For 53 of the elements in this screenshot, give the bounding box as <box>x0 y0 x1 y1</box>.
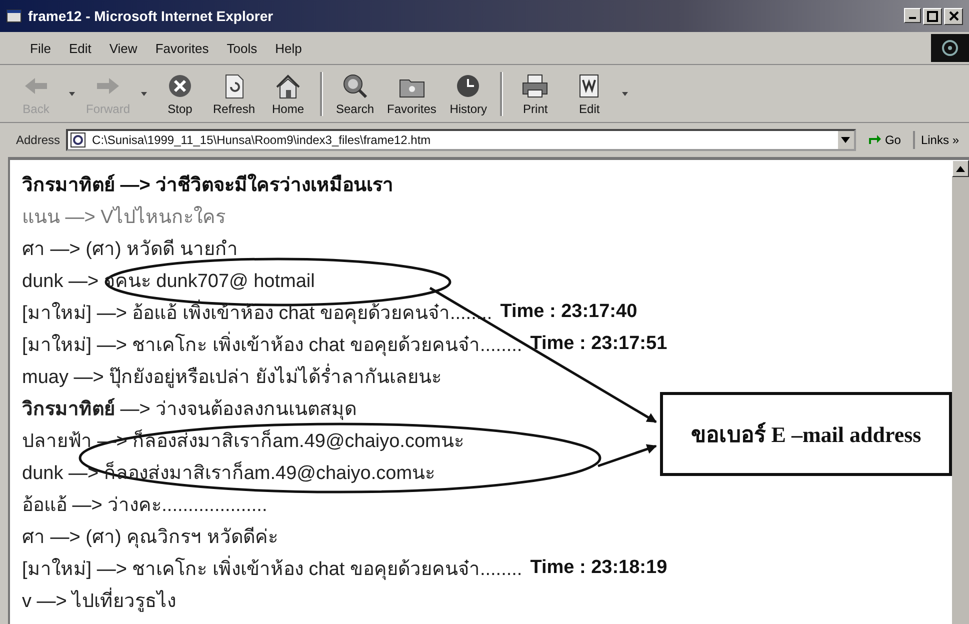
dropdown-caret-icon[interactable] <box>140 90 148 98</box>
chat-message: muay —> ปุ๊กยังอยู่หรือเปล่า ยังไม่ได้ร่ำลากันเลยนะ <box>22 361 442 391</box>
maximize-icon <box>927 10 938 22</box>
go-arrow-icon <box>868 134 882 146</box>
pointer-arrow <box>598 444 657 468</box>
menu-item[interactable]: Favorites <box>155 40 209 56</box>
toolbar-button[interactable]: Edit <box>567 72 612 116</box>
message-time: Time : 23:18:19 <box>530 557 668 579</box>
go-button[interactable]: Go <box>862 131 907 149</box>
dropdown-button[interactable] <box>838 131 854 149</box>
up-arrow-icon <box>956 166 965 172</box>
close-button[interactable] <box>944 8 963 24</box>
dropdown-caret-icon[interactable] <box>621 90 630 98</box>
toolbar-button[interactable]: Search <box>333 72 378 116</box>
close-icon <box>948 11 958 21</box>
window-title: frame12 - Microsoft Internet Explorer <box>28 8 274 24</box>
chat-message: [มาใหม่] —> ชาเคโกะ เพิ่งเข้าห้อง chat ขอคุยด้วยคนจ๋า........ <box>22 329 522 359</box>
page-icon <box>6 8 22 24</box>
callout-text: ขอเบอร์ E –mail address <box>690 420 922 448</box>
chat-message: ศา —> (ศา) หวัดดี นายกำ <box>22 238 238 262</box>
menu-item[interactable]: View <box>109 40 138 56</box>
menu-item[interactable]: Help <box>275 40 302 56</box>
chat-message: อ้อแอ้ —> ว่างคะ.................... <box>22 494 268 518</box>
menu-item[interactable]: Edit <box>68 40 92 56</box>
toolbar-button[interactable]: Stop <box>158 72 202 116</box>
address-field[interactable]: C:\Sunisa\1999_11_15\Hunsa\Room9\index3_files\frame12.htm <box>66 129 856 151</box>
chat-message: v —> ไปเที่ยวรูธไง <box>22 585 176 615</box>
dropdown-caret-icon[interactable] <box>68 90 76 98</box>
chat-message: [มาใหม่] —> ชาเคโกะ เพิ่งเข้าห้อง chat ขอคุยด้วยคนจ๋า........ <box>22 553 522 583</box>
chat-message: วิกรมาทิตย์ —> ว่างจนต้องลงกนเนตสมุด <box>22 397 357 422</box>
caret-icon <box>841 137 850 143</box>
message-time: Time : 23:17:51 <box>530 333 668 355</box>
toolbar-button[interactable]: Refresh <box>212 72 256 116</box>
printer-icon <box>520 72 550 100</box>
chat-message: dunk —> ก็ลองส่งมาสิเราก็am.49@chaiyo.comนะ <box>22 460 436 486</box>
toolbar-button[interactable]: History <box>446 72 490 116</box>
address-label: Address <box>16 133 60 147</box>
page-icon <box>70 132 86 148</box>
menu-item[interactable]: File <box>30 40 51 56</box>
scroll-up-button[interactable] <box>952 160 969 177</box>
menu-item[interactable]: Tools <box>226 40 258 56</box>
chat-message: แนน —> Vไปไหนกะใคร <box>22 205 226 230</box>
toolbar-button[interactable]: Home <box>266 72 310 116</box>
message-time: Time : 23:17:40 <box>500 301 638 323</box>
toolbar-button[interactable]: Favorites <box>387 72 436 116</box>
browser-logo <box>931 34 969 62</box>
minimize-button[interactable] <box>904 8 921 22</box>
links-button[interactable]: Links » <box>912 131 965 149</box>
chat-message: ศา —> (ศา) คุณวิกรฯ หวัดดีค่ะ <box>22 526 278 550</box>
minimize-icon <box>909 16 916 18</box>
maximize-button[interactable] <box>923 8 942 24</box>
toolbar-button[interactable]: Print <box>513 72 558 116</box>
chat-message: วิกรมาทิตย์ —> ว่าชีวิตจะมีใครว่างเหมือนเรา <box>22 172 394 198</box>
